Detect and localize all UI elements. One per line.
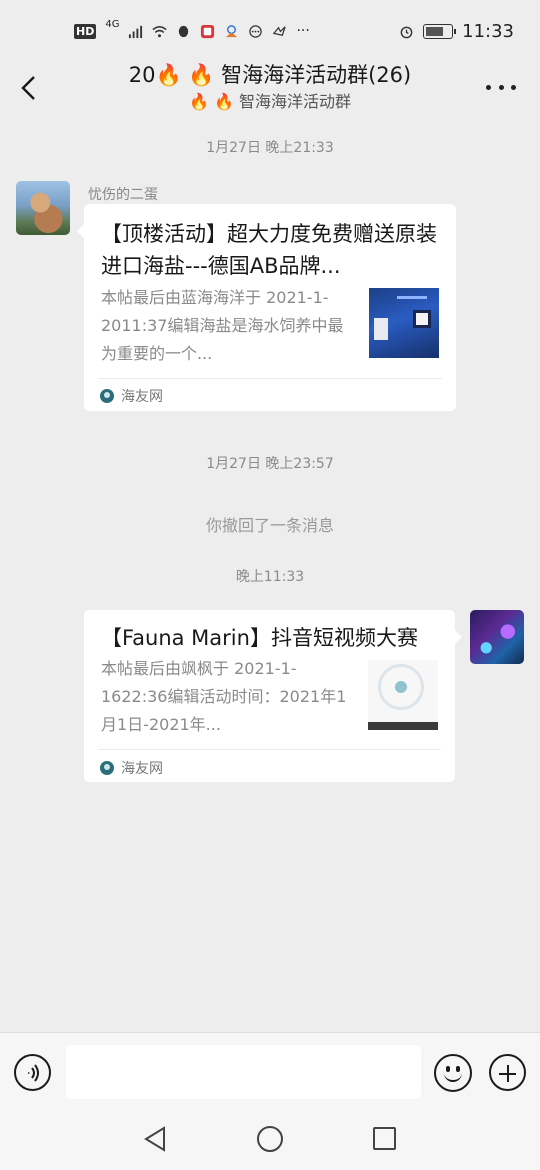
- dot-icon: [498, 84, 504, 90]
- card-source: 海友网: [100, 386, 163, 406]
- recalled-message-notice: 你撤回了一条消息: [205, 516, 334, 535]
- more-options-button[interactable]: [486, 76, 516, 98]
- bird-app-icon: [273, 25, 287, 36]
- card-description: 本帖最后由蓝海海洋于 2021-1-2011:37编辑海盐是海水饲养中最为重要的…: [101, 288, 344, 363]
- card-thumbnail: [368, 660, 438, 730]
- qq-icon: [179, 25, 189, 37]
- divider: [98, 749, 441, 750]
- voice-input-button[interactable]: [14, 1054, 51, 1091]
- source-name: 海友网: [121, 761, 163, 777]
- chat-subtitle: 🔥 🔥 智海海洋活动群: [188, 92, 352, 111]
- card-source: 海友网: [100, 758, 163, 778]
- hd-badge: HD: [74, 23, 97, 39]
- clock: 11:33: [462, 20, 514, 42]
- bubble-arrow: [77, 224, 84, 238]
- cloud-app-icon: [226, 24, 238, 37]
- app-notification-icon: [201, 24, 215, 38]
- alarm-icon: [400, 26, 413, 38]
- timestamp: 1月27日 晚上21:33: [206, 140, 334, 156]
- chat-header: 20🔥 🔥 智海海洋活动群(26) 🔥 🔥 智海海洋活动群: [0, 62, 540, 122]
- source-logo-icon: [100, 389, 114, 403]
- bubble-arrow: [455, 630, 462, 644]
- my-avatar[interactable]: [470, 610, 524, 664]
- more-notifications-icon: ···: [296, 23, 310, 39]
- avatar[interactable]: [16, 181, 70, 235]
- card-title: 【Fauna Marin】抖音短视频大赛: [101, 626, 418, 650]
- back-triangle-icon[interactable]: [142, 1126, 168, 1152]
- voice-icon: [27, 1063, 39, 1082]
- message-input[interactable]: [66, 1045, 421, 1099]
- status-icons-right: 11:33: [399, 21, 514, 42]
- dot-icon: [486, 84, 491, 90]
- source-logo-icon: [100, 761, 114, 775]
- divider: [98, 378, 442, 379]
- input-bar: [0, 1032, 540, 1108]
- dots-notification-icon: [249, 24, 263, 38]
- link-card[interactable]: 【顶楼活动】超大力度免费赠送原装进口海盐---德国AB品牌... 本帖最后由蓝海…: [77, 204, 456, 411]
- link-card[interactable]: 【Fauna Marin】抖音短视频大赛 本帖最后由飒枫于 2021-1-162…: [84, 610, 462, 782]
- wifi-icon: [152, 25, 168, 37]
- card-title: 【顶楼活动】超大力度免费赠送原装进口海盐---德国AB品牌...: [101, 222, 437, 278]
- source-name: 海友网: [121, 389, 163, 405]
- dot-icon: [511, 84, 516, 90]
- recent-apps-icon[interactable]: [373, 1127, 396, 1150]
- chat-title: 20🔥 🔥 智海海洋活动群(26): [128, 63, 412, 87]
- home-circle-icon[interactable]: [257, 1126, 283, 1152]
- sender-name: 忧伤的二蛋: [88, 187, 158, 203]
- status-icons-left: HD 4G ···: [74, 19, 310, 39]
- signal-icon: [129, 25, 143, 38]
- timestamp: 1月27日 晚上23:57: [206, 456, 334, 472]
- card-thumbnail: [369, 288, 439, 358]
- battery-icon: [423, 23, 457, 39]
- emoji-button[interactable]: [434, 1054, 472, 1092]
- navigation-bar: [0, 1108, 540, 1170]
- card-description: 本帖最后由飒枫于 2021-1-1622:36编辑活动时间：2021年1月1日-…: [101, 659, 347, 734]
- status-bar: HD 4G ··· 11:33: [0, 0, 540, 62]
- network-type: 4G: [105, 19, 120, 30]
- timestamp: 晚上11:33: [235, 569, 305, 585]
- more-functions-button[interactable]: [489, 1054, 526, 1091]
